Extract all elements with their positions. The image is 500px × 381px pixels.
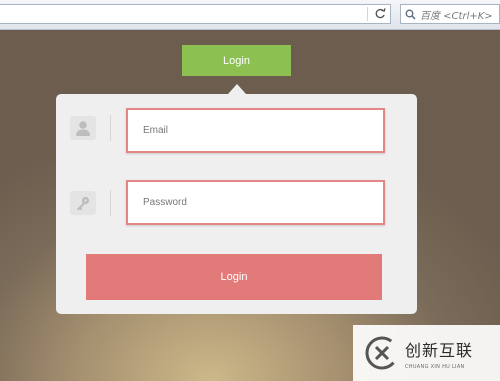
search-placeholder: 百度 <Ctrl+K> <box>420 10 493 22</box>
address-bar-divider <box>367 7 368 21</box>
watermark-en-text: CHUANG XIN HU LIAN <box>405 363 465 370</box>
search-icon <box>405 9 416 20</box>
login-tab-button[interactable]: Login <box>182 45 291 76</box>
browser-toolbar: 百度 <Ctrl+K> <box>0 0 500 30</box>
key-icon <box>70 191 96 215</box>
password-field[interactable]: Password <box>126 180 385 225</box>
watermark-logo: 创新互联 CHUANG XIN HU LIAN <box>353 325 500 381</box>
brand-logo-icon <box>365 336 399 370</box>
search-input[interactable]: 百度 <Ctrl+K> <box>400 4 500 24</box>
email-field[interactable]: Email <box>126 108 385 153</box>
address-bar[interactable] <box>0 4 391 24</box>
user-icon <box>70 116 96 140</box>
refresh-icon[interactable] <box>372 6 388 22</box>
password-icon-divider <box>110 190 111 216</box>
card-pointer-arrow <box>228 84 246 94</box>
password-placeholder: Password <box>143 197 187 208</box>
login-card: Email Password Login <box>56 94 417 314</box>
login-submit-button[interactable]: Login <box>86 254 382 300</box>
watermark-cn-text: 创新互联 <box>405 340 474 360</box>
email-icon-divider <box>110 115 111 141</box>
email-placeholder: Email <box>143 125 169 136</box>
